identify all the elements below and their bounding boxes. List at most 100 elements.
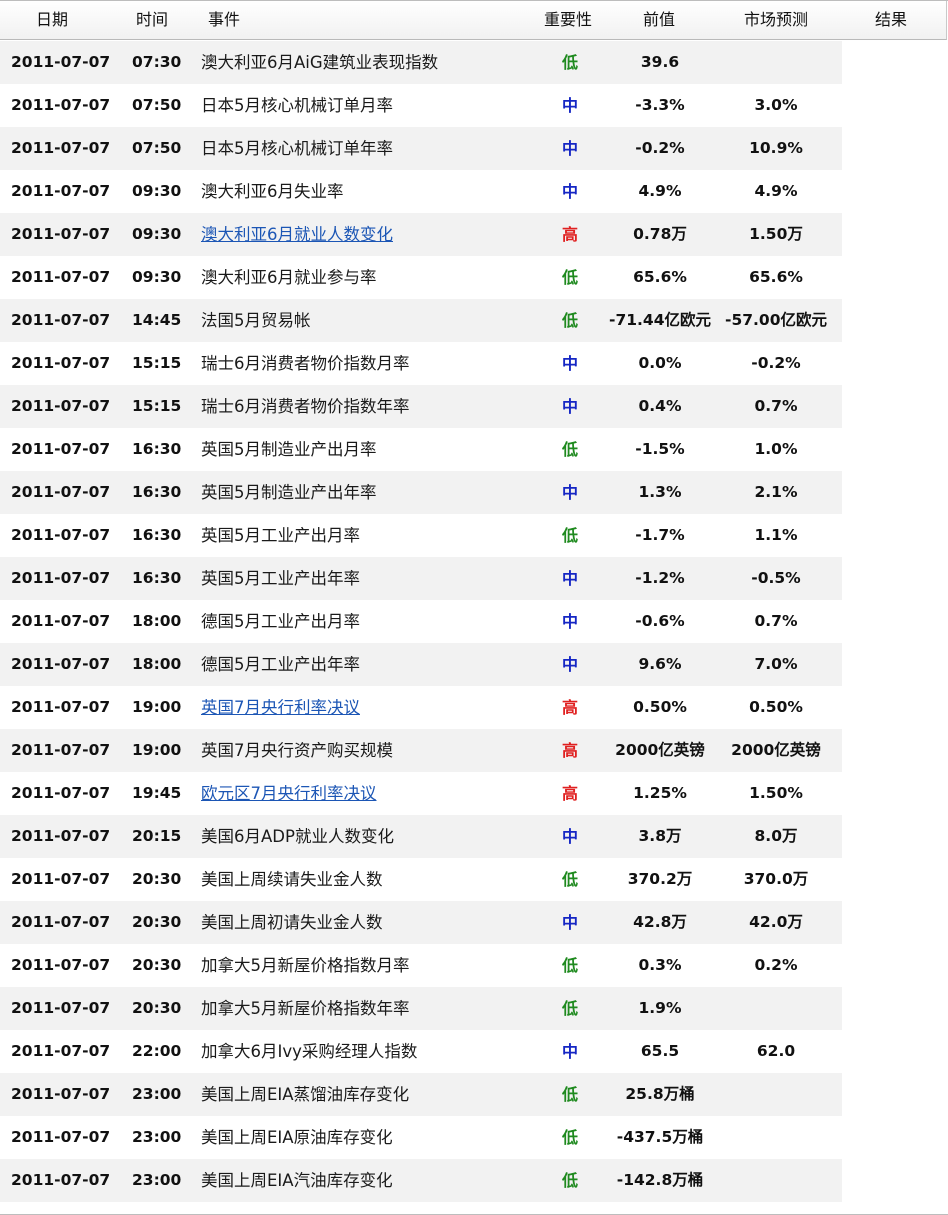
previous-value-cell: 65.5 — [640, 1042, 680, 1060]
date-cell: 2011-07-07 — [11, 569, 111, 587]
previous-value-cell: 370.2万 — [627, 870, 693, 888]
importance-cell: 低 — [561, 526, 578, 545]
forecast-cell: 8.0万 — [754, 827, 798, 845]
forecast-cell: 2000亿英镑 — [731, 741, 821, 759]
date-cell: 2011-07-07 — [11, 1171, 111, 1189]
previous-value-cell: -0.2% — [635, 139, 685, 157]
header-event[interactable]: 事件 — [208, 1, 240, 39]
time-cell: 20:30 — [132, 913, 182, 931]
previous-value-cell: 25.8万桶 — [625, 1085, 695, 1103]
date-cell: 2011-07-07 — [11, 1085, 111, 1103]
date-cell: 2011-07-07 — [11, 268, 111, 286]
forecast-cell: 0.7% — [754, 397, 798, 415]
time-cell: 20:30 — [132, 999, 182, 1017]
result-cell — [842, 729, 942, 772]
importance-cell: 中 — [561, 612, 578, 631]
previous-value-cell: 39.6 — [640, 53, 680, 71]
result-cell — [842, 342, 942, 385]
result-cell — [842, 213, 942, 256]
table-row: 2011-07-07 20:30 美国上周初请失业金人数 中 42.8万 42.0万 — [0, 901, 948, 944]
table-row: 2011-07-07 16:30 英国5月制造业产出月率 低 -1.5% 1.0% — [0, 428, 948, 471]
date-cell: 2011-07-07 — [11, 96, 111, 114]
table-row: 2011-07-07 20:30 美国上周续请失业金人数 低 370.2万 370.0万 — [0, 858, 948, 901]
table-row: 2011-07-07 20:30 加拿大5月新屋价格指数月率 低 0.3% 0.2% — [0, 944, 948, 987]
header-importance[interactable]: 重要性 — [544, 1, 592, 39]
time-cell: 20:15 — [132, 827, 182, 845]
event-cell: 澳大利亚6月失业率 — [201, 182, 344, 201]
previous-value-cell: 65.6% — [633, 268, 687, 286]
date-cell: 2011-07-07 — [11, 827, 111, 845]
table-row: 2011-07-07 07:30 澳大利亚6月AiG建筑业表现指数 低 39.6 — [0, 41, 948, 84]
time-cell: 23:00 — [132, 1085, 182, 1103]
result-cell — [842, 1159, 942, 1202]
date-cell: 2011-07-07 — [11, 1128, 111, 1146]
result-cell — [842, 299, 942, 342]
importance-cell: 中 — [561, 1042, 578, 1061]
event-cell: 日本5月核心机械订单月率 — [201, 96, 393, 115]
table-row: 2011-07-07 07:50 日本5月核心机械订单年率 中 -0.2% 10.9% — [0, 127, 948, 170]
time-cell: 16:30 — [132, 569, 182, 587]
result-cell — [842, 385, 942, 428]
importance-cell: 中 — [561, 655, 578, 674]
previous-value-cell: -71.44亿欧元 — [609, 311, 711, 329]
result-cell — [842, 428, 942, 471]
result-cell — [842, 858, 942, 901]
previous-value-cell: 1.25% — [633, 784, 687, 802]
event-link[interactable]: 英国7月央行利率决议 — [201, 686, 360, 729]
header-forecast[interactable]: 市场预测 — [744, 1, 808, 39]
forecast-cell: 10.9% — [749, 139, 803, 157]
table-row: 2011-07-07 19:00 英国7月央行资产购买规模 高 2000亿英镑 2000亿… — [0, 729, 948, 772]
result-cell — [842, 1073, 942, 1116]
event-link[interactable]: 澳大利亚6月就业人数变化 — [201, 213, 393, 256]
previous-value-cell: 1.3% — [638, 483, 682, 501]
event-cell: 美国上周EIA原油库存变化 — [201, 1128, 393, 1147]
result-cell — [842, 514, 942, 557]
date-cell: 2011-07-07 — [11, 311, 111, 329]
event-cell: 英国7月央行资产购买规模 — [201, 741, 393, 760]
table-row: 2011-07-07 19:45 欧元区7月央行利率决议 高 1.25% 1.50% — [0, 772, 948, 815]
importance-cell: 中 — [561, 182, 578, 201]
table-row: 2011-07-07 07:50 日本5月核心机械订单月率 中 -3.3% 3.0% — [0, 84, 948, 127]
table-row: 2011-07-07 15:15 瑞士6月消费者物价指数月率 中 0.0% -0.2% — [0, 342, 948, 385]
forecast-cell: 1.0% — [754, 440, 798, 458]
header-result[interactable]: 结果 — [875, 1, 907, 39]
date-cell: 2011-07-07 — [11, 698, 111, 716]
importance-cell: 高 — [561, 225, 578, 244]
header-time[interactable]: 时间 — [136, 1, 168, 39]
previous-value-cell: -0.6% — [635, 612, 685, 630]
event-cell: 加拿大6月Ivy采购经理人指数 — [201, 1042, 418, 1061]
result-cell — [842, 944, 942, 987]
header-previous[interactable]: 前值 — [643, 1, 675, 39]
event-cell: 英国5月制造业产出月率 — [201, 440, 377, 459]
table-row: 2011-07-07 23:00 美国上周EIA原油库存变化 低 -437.5万桶 — [0, 1116, 948, 1159]
forecast-cell — [718, 987, 834, 1030]
table-row: 2011-07-07 09:30 澳大利亚6月失业率 中 4.9% 4.9% — [0, 170, 948, 213]
importance-cell: 低 — [561, 1171, 578, 1190]
time-cell: 23:00 — [132, 1171, 182, 1189]
date-cell: 2011-07-07 — [11, 655, 111, 673]
table-row: 2011-07-07 18:00 德国5月工业产出月率 中 -0.6% 0.7% — [0, 600, 948, 643]
time-cell: 16:30 — [132, 483, 182, 501]
result-cell — [842, 557, 942, 600]
previous-value-cell: 0.0% — [638, 354, 682, 372]
forecast-cell — [718, 1159, 834, 1202]
date-cell: 2011-07-07 — [11, 999, 111, 1017]
importance-cell: 低 — [561, 999, 578, 1018]
event-cell: 美国6月ADP就业人数变化 — [201, 827, 394, 846]
previous-value-cell: 42.8万 — [633, 913, 687, 931]
previous-value-cell: -142.8万桶 — [616, 1171, 704, 1189]
result-cell — [842, 815, 942, 858]
importance-cell: 中 — [561, 569, 578, 588]
table-header: 日期 时间 事件 重要性 前值 市场预测 结果 — [0, 1, 947, 40]
header-date[interactable]: 日期 — [36, 1, 68, 39]
time-cell: 18:00 — [132, 655, 182, 673]
importance-cell: 高 — [561, 784, 578, 803]
forecast-cell: 0.50% — [749, 698, 803, 716]
date-cell: 2011-07-07 — [11, 139, 111, 157]
event-cell: 加拿大5月新屋价格指数年率 — [201, 999, 410, 1018]
event-link[interactable]: 欧元区7月央行利率决议 — [201, 772, 377, 815]
time-cell: 20:30 — [132, 956, 182, 974]
event-cell: 美国上周初请失业金人数 — [201, 913, 383, 932]
forecast-cell: 370.0万 — [743, 870, 809, 888]
date-cell: 2011-07-07 — [11, 1042, 111, 1060]
